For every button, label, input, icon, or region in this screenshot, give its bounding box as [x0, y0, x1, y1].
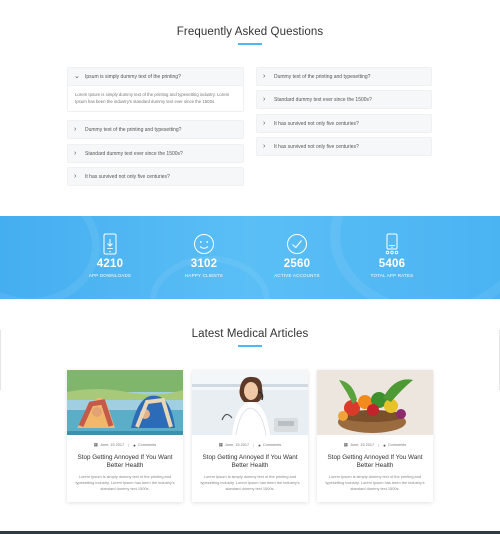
faq-question[interactable]: › Standard dummy text ever since the 150… [257, 91, 431, 108]
faq-question-text: Ipsum is simply dummy text of the printi… [85, 73, 181, 80]
faq-question-text: Dummy text of the printing and typesetti… [274, 73, 371, 80]
articles-title-underline [238, 345, 262, 347]
stat-number: 5406 [378, 258, 406, 270]
article-meta: ▦ June, 15 2017 | ● Comments [192, 442, 308, 448]
article-title[interactable]: Stop Getting Annoyed If You Want Better … [67, 454, 183, 470]
faq-question[interactable]: › It has survived not only five centurie… [257, 115, 431, 132]
comment-icon: ● [133, 442, 136, 448]
faq-question[interactable]: › Standard dummy text ever since the 150… [68, 145, 243, 162]
stat-app-downloads: 4210 APP DOWNLOADS [80, 233, 140, 278]
stat-number: 4210 [96, 258, 124, 270]
faq-item[interactable]: › It has survived not only five centurie… [256, 114, 432, 133]
faq-question-text: It has survived not only five centuries? [85, 173, 170, 180]
meta-separator: | [253, 443, 255, 447]
faq-question[interactable]: ⌄ Ipsum is simply dummy text of the prin… [68, 68, 243, 85]
calendar-icon: ▦ [343, 442, 349, 447]
article-excerpt: Lorem Ipsum is simply dummy text of the … [200, 474, 300, 491]
faq-question[interactable]: › It has survived not only five centurie… [68, 168, 243, 185]
faq-item[interactable]: › It has survived not only five centurie… [256, 137, 432, 156]
article-image[interactable] [192, 370, 308, 435]
calendar-icon: ▦ [93, 442, 99, 447]
stat-number: 2560 [283, 258, 311, 270]
chevron-right-icon: › [74, 173, 77, 180]
chevron-right-icon: › [74, 126, 77, 133]
chevron-right-icon: › [263, 73, 266, 80]
article-title[interactable]: Stop Getting Annoyed If You Want Better … [317, 454, 433, 470]
faq-question-text: Dummy text of the printing and typesetti… [85, 126, 182, 133]
article-meta: ▦ June, 15 2017 | ● Comments [67, 442, 183, 448]
chevron-right-icon: › [263, 120, 266, 127]
faq-answer: Lorem Ipsum is simply dummy text of the … [68, 85, 243, 111]
chevron-right-icon: › [263, 96, 266, 103]
stat-label: TOTAL APP RATES [370, 273, 414, 278]
faq-title: Frequently Asked Questions [176, 26, 324, 38]
article-comments[interactable]: Comments [388, 443, 406, 447]
faq-item[interactable]: › Standard dummy text ever since the 150… [67, 144, 244, 163]
article-meta: ▦ June, 15 2017 | ● Comments [317, 442, 433, 448]
faq-question[interactable]: › It has survived not only five centurie… [257, 138, 431, 155]
meta-separator: | [128, 443, 130, 447]
stat-total-app-rates: 5406 TOTAL APP RATES [362, 233, 422, 278]
article-date: June, 15 2017 [225, 443, 250, 447]
article-date: June, 15 2017 [100, 443, 125, 447]
faq-question-text: Standard dummy text ever since the 1500s… [274, 96, 372, 103]
faq-question-text: It has survived not only five centuries? [274, 120, 359, 127]
calendar-icon: ▦ [218, 442, 224, 447]
stat-number: 3102 [190, 258, 218, 270]
comment-icon: ● [383, 442, 386, 448]
smiley-icon [174, 233, 234, 255]
article-card[interactable]: ▦ June, 15 2017 | ● Comments Stop Gettin… [67, 370, 183, 502]
stat-label: HAPPY CLIENTS [184, 273, 224, 278]
meta-separator: | [378, 443, 380, 447]
faq-item[interactable]: › It has survived not only five centurie… [67, 167, 244, 186]
articles-title: Latest Medical Articles [191, 328, 309, 340]
check-circle-icon [267, 233, 327, 255]
stat-happy-clients: 3102 HAPPY CLIENTS [174, 233, 234, 278]
faq-item[interactable]: › Dummy text of the printing and typeset… [256, 67, 432, 86]
article-image[interactable] [67, 370, 183, 435]
article-card[interactable]: ▦ June, 15 2017 | ● Comments Stop Gettin… [192, 370, 308, 502]
comment-icon: ● [258, 442, 261, 448]
article-title[interactable]: Stop Getting Annoyed If You Want Better … [192, 454, 308, 470]
mobile-rating-icon [362, 233, 422, 255]
stat-label: ACTIVE ACCOUNTS [274, 273, 320, 278]
faq-question-text: Standard dummy text ever since the 1500s… [85, 150, 183, 157]
faq-item[interactable]: › Dummy text of the printing and typeset… [67, 120, 244, 139]
article-image[interactable] [317, 370, 433, 435]
mobile-download-icon [80, 233, 140, 255]
chevron-right-icon: › [263, 143, 266, 150]
faq-question-text: It has survived not only five centuries? [274, 143, 359, 150]
stat-active-accounts: 2560 ACTIVE ACCOUNTS [267, 233, 327, 278]
stats-band: 4210 APP DOWNLOADS 3102 HAPPY CLIENTS 25… [0, 216, 500, 299]
faq-title-underline [238, 43, 262, 45]
article-excerpt: Lorem Ipsum is simply dummy text of the … [75, 474, 175, 491]
chevron-right-icon: › [74, 150, 77, 157]
article-comments[interactable]: Comments [263, 443, 281, 447]
faq-item[interactable]: ⌄ Ipsum is simply dummy text of the prin… [67, 67, 244, 112]
faq-question[interactable]: › Dummy text of the printing and typeset… [257, 68, 431, 85]
stat-label: APP DOWNLOADS [88, 273, 132, 278]
faq-question[interactable]: › Dummy text of the printing and typeset… [68, 121, 243, 138]
article-excerpt: Lorem Ipsum is simply dummy text of the … [325, 474, 425, 491]
faq-item[interactable]: › Standard dummy text ever since the 150… [256, 90, 432, 109]
article-date: June, 15 2017 [350, 443, 375, 447]
article-comments[interactable]: Comments [138, 443, 156, 447]
chevron-down-icon: ⌄ [74, 73, 80, 80]
article-card[interactable]: ▦ June, 15 2017 | ● Comments Stop Gettin… [317, 370, 433, 502]
